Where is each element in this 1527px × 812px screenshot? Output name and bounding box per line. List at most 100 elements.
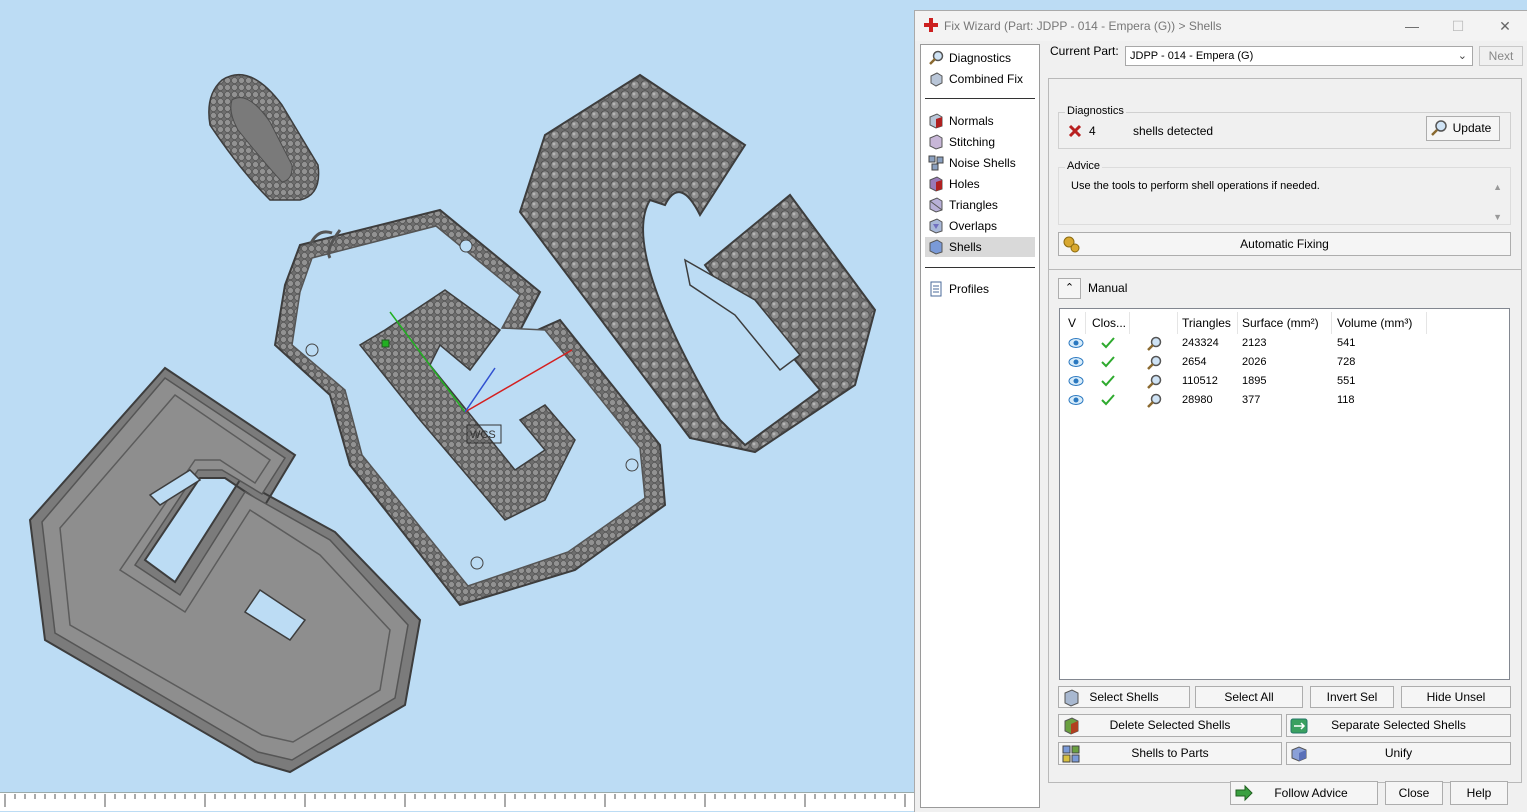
maximize-button[interactable]: ☐ xyxy=(1438,15,1478,37)
close-window-button[interactable]: ✕ xyxy=(1485,15,1525,37)
select-all-button[interactable]: Select All xyxy=(1195,686,1303,708)
volume-cell: 118 xyxy=(1337,394,1355,406)
ruler-ticks xyxy=(4,794,906,807)
column-header-action[interactable] xyxy=(1130,312,1178,334)
triangles-cell: 2654 xyxy=(1182,356,1207,368)
magnifier-icon[interactable] xyxy=(1146,355,1162,371)
volume-cell: 728 xyxy=(1337,356,1356,368)
table-row[interactable]: 2654 2026 728 xyxy=(1060,353,1509,372)
select-shells-button[interactable]: Select Shells xyxy=(1058,686,1190,708)
surface-cell: 377 xyxy=(1242,394,1261,406)
automatic-fixing-button[interactable]: Automatic Fixing xyxy=(1058,232,1511,256)
check-icon xyxy=(1101,337,1115,349)
column-header-surface[interactable]: Surface (mm²) xyxy=(1238,312,1332,334)
shell-count: 4 xyxy=(1089,124,1096,138)
triangles-icon xyxy=(929,197,943,213)
nav-item-diagnostics[interactable]: Diagnostics xyxy=(925,48,1035,68)
diagnostics-title: Diagnostics xyxy=(1065,105,1126,117)
nav-item-triangles[interactable]: Triangles xyxy=(925,195,1035,215)
nav-item-holes[interactable]: Holes xyxy=(925,174,1035,194)
shells-table[interactable]: V Clos... Triangles Surface (mm²) Volume… xyxy=(1059,308,1510,680)
nav-item-combined-fix[interactable]: Combined Fix xyxy=(925,69,1035,89)
scroll-down-icon[interactable]: ▼ xyxy=(1493,212,1502,222)
volume-cell: 551 xyxy=(1337,375,1356,387)
holes-icon xyxy=(929,176,943,192)
unify-icon xyxy=(1291,746,1307,762)
red-cross-icon xyxy=(924,18,938,32)
separate-selected-shells-button[interactable]: Separate Selected Shells xyxy=(1286,714,1511,737)
advice-group: Advice Use the tools to perform shell op… xyxy=(1058,160,1511,225)
follow-advice-button[interactable]: Follow Advice xyxy=(1230,781,1378,805)
title-bar: Fix Wizard (Part: JDPP - 014 - Empera (G… xyxy=(915,11,1527,41)
shells-to-parts-icon xyxy=(1062,745,1080,763)
column-header-triangles[interactable]: Triangles xyxy=(1178,312,1238,334)
current-part-value: JDPP - 014 - Empera (G) xyxy=(1130,50,1254,62)
nav-item-shells[interactable]: Shells xyxy=(925,237,1035,257)
triangles-cell: 243324 xyxy=(1182,337,1219,349)
nav-separator xyxy=(925,267,1035,268)
surface-cell: 2026 xyxy=(1242,356,1267,368)
chevron-up-icon: ⌃ xyxy=(1064,282,1075,294)
scroll-up-icon[interactable]: ▲ xyxy=(1493,182,1502,192)
chevron-down-icon: ⌄ xyxy=(1457,50,1467,62)
magnifier-icon[interactable] xyxy=(1146,374,1162,390)
table-row[interactable]: 243324 2123 541 xyxy=(1060,334,1509,353)
surface-cell: 1895 xyxy=(1242,375,1267,387)
nav-item-normals[interactable]: Normals xyxy=(925,111,1035,131)
magnifier-icon[interactable] xyxy=(1146,393,1162,409)
help-button[interactable]: Help xyxy=(1450,781,1508,805)
column-header-volume[interactable]: Volume (mm³) xyxy=(1333,312,1427,334)
collapse-button[interactable]: ⌃ xyxy=(1058,278,1081,299)
error-x-icon xyxy=(1068,124,1082,138)
update-button[interactable]: Update xyxy=(1426,116,1500,141)
shells-to-parts-button[interactable]: Shells to Parts xyxy=(1058,742,1282,765)
diagnostics-message: shells detected xyxy=(1133,124,1214,138)
magnifier-icon xyxy=(929,50,944,65)
hide-unsel-button[interactable]: Hide Unsel xyxy=(1401,686,1511,708)
table-row[interactable]: 28980 377 118 xyxy=(1060,391,1509,410)
eye-icon[interactable] xyxy=(1068,375,1084,387)
eye-icon[interactable] xyxy=(1068,337,1084,349)
overlaps-icon xyxy=(929,218,943,234)
check-icon xyxy=(1101,356,1115,368)
minimize-button[interactable]: — xyxy=(1392,15,1432,37)
magnifier-icon[interactable] xyxy=(1146,336,1162,352)
magnifier-icon xyxy=(1431,120,1447,136)
wcs-label: WCS xyxy=(470,429,496,441)
noise-shells-icon xyxy=(928,155,944,171)
triangles-cell: 110512 xyxy=(1182,375,1218,387)
separate-shells-icon xyxy=(1290,718,1308,734)
profiles-icon xyxy=(930,281,942,297)
model-view[interactable]: WCS xyxy=(0,0,914,811)
current-part-select[interactable]: JDPP - 014 - Empera (G) ⌄ xyxy=(1125,46,1473,66)
eye-icon[interactable] xyxy=(1068,356,1084,368)
check-icon xyxy=(1101,394,1115,406)
nav-item-profiles[interactable]: Profiles xyxy=(925,279,1035,299)
nav-item-overlaps[interactable]: Overlaps xyxy=(925,216,1035,236)
stitching-icon xyxy=(929,134,943,150)
delete-shells-icon xyxy=(1064,717,1079,735)
current-part-label: Current Part: xyxy=(1050,44,1119,58)
shell-bail[interactable] xyxy=(208,74,320,201)
column-header-closed[interactable]: Clos... xyxy=(1088,312,1130,334)
nav-item-stitching[interactable]: Stitching xyxy=(925,132,1035,152)
manual-title: Manual xyxy=(1088,281,1128,295)
unify-button[interactable]: Unify xyxy=(1286,742,1511,765)
eye-icon[interactable] xyxy=(1068,394,1084,406)
diagnostics-group: Diagnostics 4 shells detected Update xyxy=(1058,105,1511,149)
shells-icon xyxy=(929,239,943,255)
3d-viewport[interactable]: WCS xyxy=(0,0,914,811)
cube-icon xyxy=(930,72,943,87)
close-button[interactable]: Close xyxy=(1385,781,1443,805)
nav-separator xyxy=(925,98,1035,99)
nav-item-noise-shells[interactable]: Noise Shells xyxy=(925,153,1035,173)
invert-sel-button[interactable]: Invert Sel xyxy=(1310,686,1394,708)
delete-selected-shells-button[interactable]: Delete Selected Shells xyxy=(1058,714,1282,737)
advice-text: Use the tools to perform shell operation… xyxy=(1071,180,1320,192)
table-row[interactable]: 110512 1895 551 xyxy=(1060,372,1509,391)
fix-wizard-window: Fix Wizard (Part: JDPP - 014 - Empera (G… xyxy=(914,10,1527,812)
ruler xyxy=(0,792,914,811)
column-header-visible[interactable]: V xyxy=(1064,312,1086,334)
next-button[interactable]: Next xyxy=(1479,46,1523,66)
surface-cell: 2123 xyxy=(1242,337,1267,349)
